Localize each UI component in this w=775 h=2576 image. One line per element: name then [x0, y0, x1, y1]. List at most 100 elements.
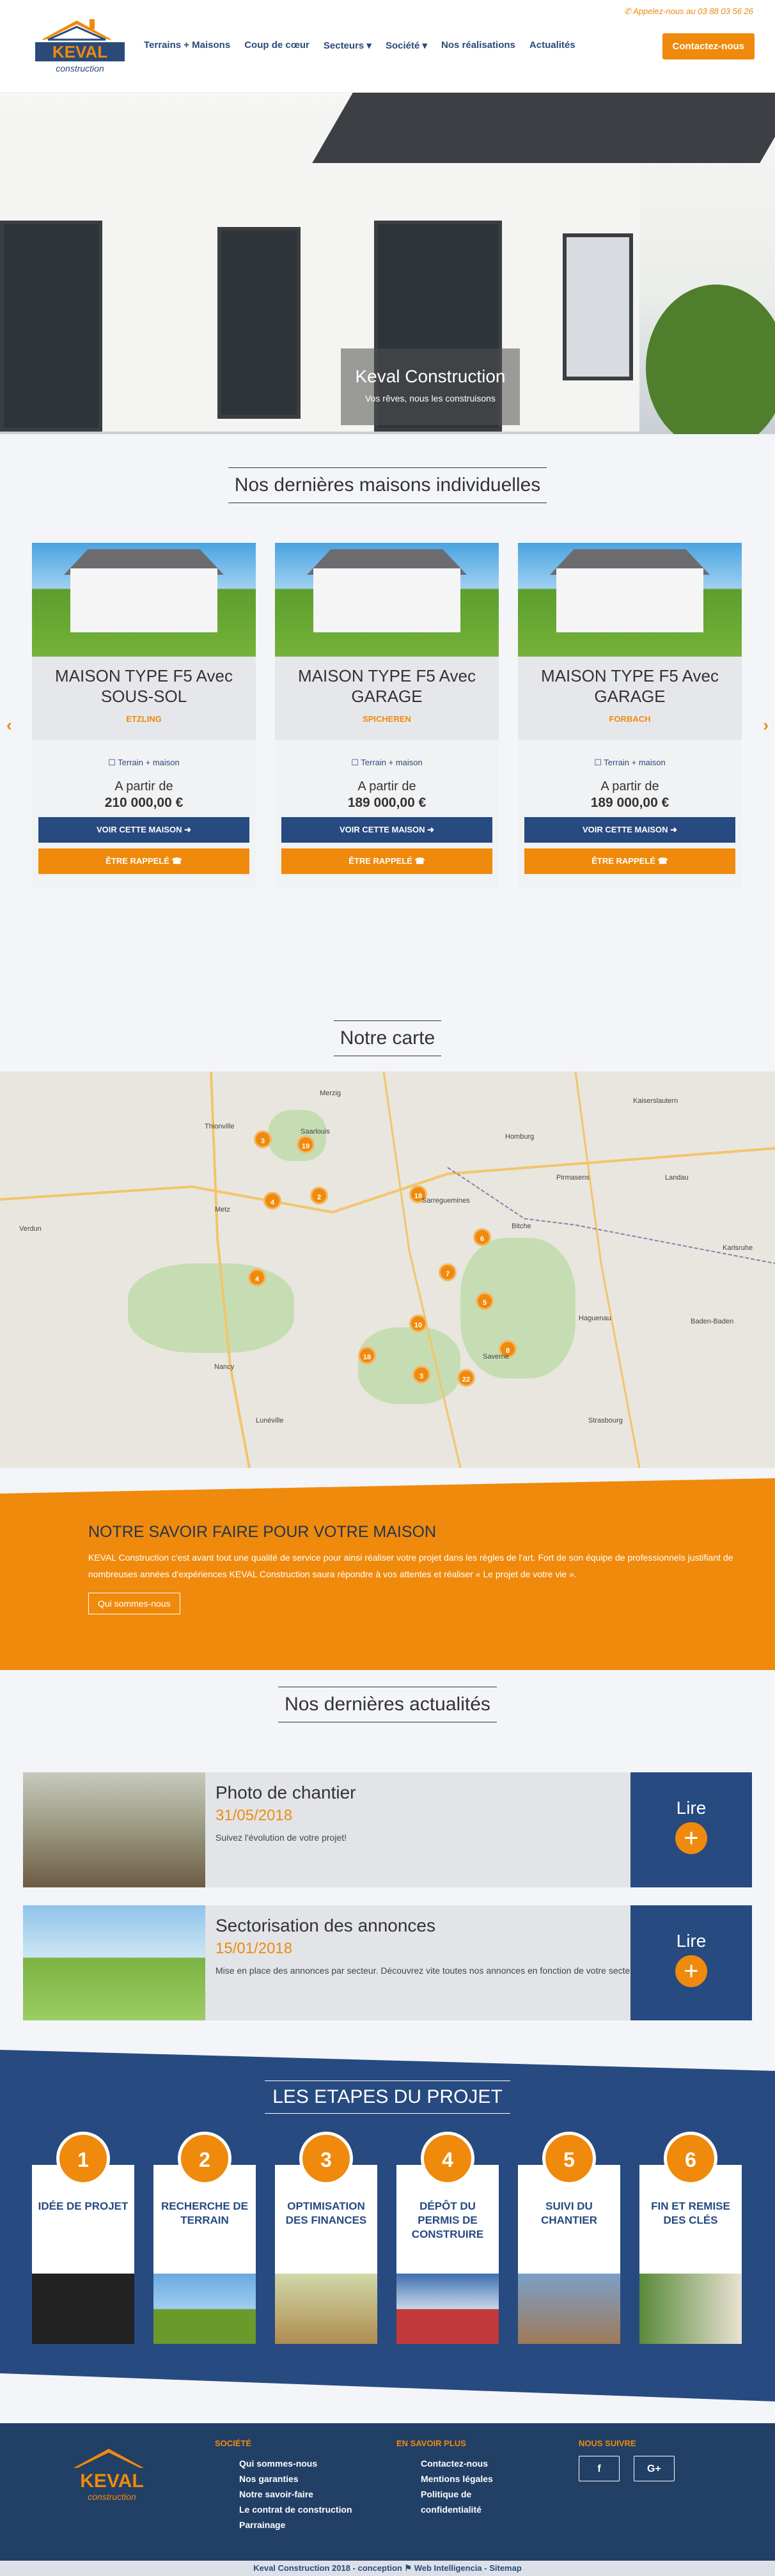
map-marker[interactable]: 3 — [254, 1130, 272, 1148]
map-title: Notre carte — [0, 1020, 775, 1056]
menu-actualites[interactable]: Actualités — [529, 40, 575, 51]
callback-button[interactable]: ÊTRE RAPPELÉ ☎ — [524, 848, 735, 874]
menu-secteurs[interactable]: Secteurs ▾ — [324, 40, 372, 51]
map-marker[interactable]: 18 — [358, 1347, 376, 1364]
step-card: 2 RECHERCHE DE TERRAIN — [153, 2132, 256, 2344]
hero-house-roof — [312, 93, 775, 163]
news-item-title[interactable]: Photo de chantier — [215, 1783, 643, 1803]
phone-text: Appelez-nous au 03 88 03 56 26 — [633, 6, 753, 16]
construction-photo — [518, 2274, 620, 2344]
house-name: MAISON TYPE F5 Avec SOUS-SOL — [55, 666, 233, 706]
menu-realisations[interactable]: Nos réalisations — [441, 40, 515, 51]
step-label: RECHERCHE DE TERRAIN — [160, 2200, 249, 2226]
hero-window — [217, 227, 301, 419]
map-marker[interactable]: 3 — [412, 1366, 430, 1384]
news-title-text: Nos dernières actualités — [278, 1687, 497, 1722]
keval-logo[interactable]: KEVAL construction — [29, 8, 131, 78]
contact-button[interactable]: Contactez-nous — [662, 33, 755, 59]
map-town: Pirmasens — [556, 1174, 590, 1182]
house-photo[interactable] — [32, 543, 256, 657]
step-label: OPTIMISATION DES FINANCES — [285, 2200, 367, 2226]
menu-terrains-maisons[interactable]: Terrains + Maisons — [144, 40, 230, 51]
map-marker[interactable]: 22 — [457, 1369, 475, 1387]
map-town: Saarlouis — [301, 1128, 330, 1136]
footer-link[interactable]: Qui sommes-nous — [239, 2456, 352, 2471]
step-number: 6 — [664, 2132, 717, 2185]
map-marker[interactable]: 19 — [297, 1136, 315, 1153]
house-card: MAISON TYPE F5 Avec GARAGE SPICHEREN ☐ Te… — [275, 543, 499, 888]
step-card: 6 FIN ET REMISE DES CLÉS — [639, 2132, 742, 2344]
house-city: FORBACH — [609, 714, 651, 724]
house-tag: ☐ Terrain + maison — [108, 758, 180, 767]
menu-societe[interactable]: Société ▾ — [386, 40, 427, 51]
map-marker[interactable]: 4 — [248, 1268, 266, 1286]
map-marker[interactable]: 6 — [473, 1228, 491, 1246]
map-town: Verdun — [19, 1225, 42, 1233]
footer: KEVAL construction SOCIÉTÉ Qui sommes-no… — [0, 2423, 775, 2561]
footer-link[interactable]: Politique de confidentialité — [421, 2486, 518, 2517]
callback-button[interactable]: ÊTRE RAPPELÉ ☎ — [38, 848, 249, 874]
house-photo[interactable] — [275, 543, 499, 657]
map-town: Lunéville — [256, 1417, 284, 1425]
news-title: Nos dernières actualités — [0, 1687, 775, 1722]
view-house-button[interactable]: VOIR CETTE MAISON ➜ — [281, 817, 492, 843]
step-label: IDÉE DE PROJET — [38, 2200, 129, 2212]
map-town: Bitche — [512, 1222, 531, 1230]
map-marker[interactable]: 5 — [476, 1292, 494, 1310]
hero-caption: Keval Construction Vos rêves, nous les c… — [341, 348, 520, 425]
permit-photo — [396, 2274, 499, 2344]
menu-coup-de-coeur[interactable]: Coup de cœur — [244, 40, 309, 51]
footer-link[interactable]: Mentions légales — [421, 2471, 518, 2486]
map-town: Landau — [665, 1174, 689, 1182]
step-card: 4 DÉPÔT DU PERMIS DE CONSTRUIRE — [396, 2132, 499, 2344]
read-more-button[interactable]: Lire + — [630, 1772, 752, 1887]
footer-societe: SOCIÉTÉ Qui sommes-nous Nos garanties No… — [215, 2439, 352, 2533]
map-town: Strasbourg — [588, 1417, 623, 1425]
read-more-button[interactable]: Lire + — [630, 1905, 752, 2020]
lightbulb-photo — [32, 2274, 134, 2344]
footer-link[interactable]: Nos garanties — [239, 2471, 352, 2486]
steps-title: LES ETAPES DU PROJET — [0, 2080, 775, 2114]
carousel-prev-icon[interactable]: ‹ — [6, 715, 12, 735]
map-marker[interactable]: 2 — [310, 1187, 328, 1205]
google-plus-icon[interactable]: G+ — [633, 2456, 675, 2481]
callback-button[interactable]: ÊTRE RAPPELÉ ☎ — [281, 848, 492, 874]
view-house-button[interactable]: VOIR CETTE MAISON ➜ — [38, 817, 249, 843]
about-button[interactable]: Qui sommes-nous — [88, 1593, 180, 1614]
step-number: 5 — [542, 2132, 596, 2185]
house-card: MAISON TYPE F5 Avec GARAGE FORBACH ☐ Terr… — [518, 543, 742, 888]
map-marker[interactable]: 10 — [409, 1315, 427, 1332]
field-photo — [153, 2274, 256, 2344]
news-photo[interactable] — [23, 1772, 205, 1887]
house-name: MAISON TYPE F5 Avec GARAGE — [541, 666, 719, 706]
step-label: SUIVI DU CHANTIER — [541, 2200, 597, 2226]
house-tag: ☐ Terrain + maison — [594, 758, 666, 767]
footer-logo[interactable]: KEVAL construction — [58, 2436, 166, 2506]
map-town: Thionville — [205, 1123, 235, 1130]
houses-title: Nos dernières maisons individuelles — [0, 467, 775, 503]
map-town: Kaiserslautern — [633, 1097, 678, 1105]
news-item-title[interactable]: Sectorisation des annonces — [215, 1916, 643, 1936]
hero-title: Keval Construction — [355, 366, 506, 386]
news-photo[interactable] — [23, 1905, 205, 2020]
keys-photo — [639, 2274, 742, 2344]
map-marker[interactable]: 4 — [263, 1192, 281, 1210]
step-card: 1 IDÉE DE PROJET — [32, 2132, 134, 2344]
facebook-icon[interactable]: f — [579, 2456, 620, 2481]
phone-link[interactable]: ✆ Appelez-nous au 03 88 03 56 26 — [624, 6, 753, 17]
footer-link[interactable]: Le contrat de construction — [239, 2502, 352, 2517]
map-marker[interactable]: 7 — [439, 1263, 457, 1281]
carousel-next-icon[interactable]: › — [763, 715, 769, 735]
footer-savoir: EN SAVOIR PLUS Contactez-nous Mentions l… — [396, 2439, 518, 2517]
footer-link[interactable]: Notre savoir-faire — [239, 2486, 352, 2502]
map[interactable]: 3 19 2 4 18 6 4 5 10 7 3 22 8 18 Thionvi… — [0, 1072, 775, 1468]
view-house-button[interactable]: VOIR CETTE MAISON ➜ — [524, 817, 735, 843]
footer-link[interactable]: Contactez-nous — [421, 2456, 518, 2471]
house-card: MAISON TYPE F5 Avec SOUS-SOL ETZLING ☐ Te… — [32, 543, 256, 888]
logo-tagline: construction — [56, 63, 104, 74]
footer-link[interactable]: Parrainage — [239, 2517, 352, 2533]
plus-icon: + — [675, 1822, 707, 1854]
map-town: Homburg — [505, 1133, 535, 1141]
step-number: 2 — [178, 2132, 231, 2185]
house-photo[interactable] — [518, 543, 742, 657]
